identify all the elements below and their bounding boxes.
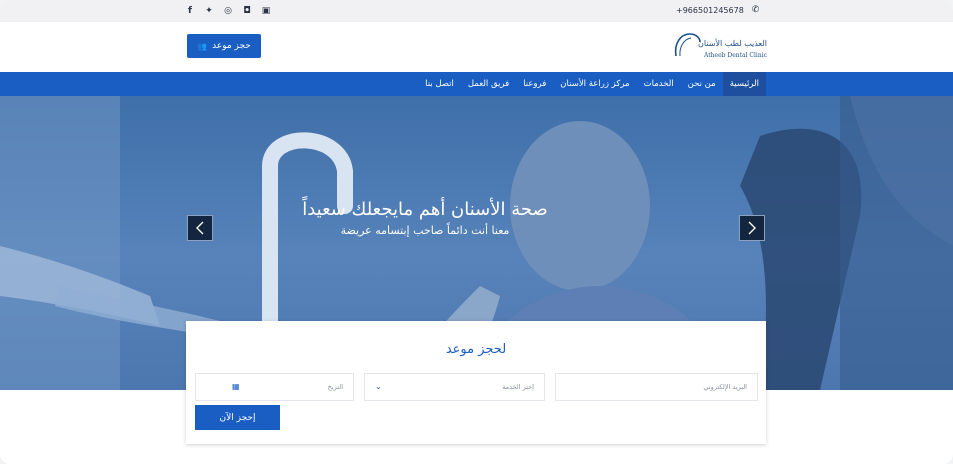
clinic-logo[interactable]: العذيب لطب الأسنان Atheeb Dental Clinic: [672, 28, 767, 66]
nav-item-team[interactable]: فريق العمل: [461, 72, 516, 96]
social-links: f ✦ ◎ ◘ ▣: [185, 5, 271, 16]
booking-title: لحجز موعد: [445, 342, 507, 357]
booking-form: لحجز موعد البريد الإلكتروني إختر الخدمة …: [186, 321, 766, 444]
slider-prev-button[interactable]: [187, 215, 213, 241]
nav-item-about[interactable]: من نحن: [681, 72, 723, 96]
email-placeholder: البريد الإلكتروني: [703, 383, 747, 391]
snapchat-icon[interactable]: ◘: [242, 5, 252, 16]
service-select[interactable]: إختر الخدمة ⌄: [364, 373, 545, 401]
book-appointment-button[interactable]: حجز موعد 👥: [187, 34, 261, 58]
instagram-icon[interactable]: ◎: [223, 5, 233, 16]
book-now-button[interactable]: إحجز الآن: [195, 405, 280, 430]
phone-icon: ✆: [751, 5, 760, 15]
main-nav: الرئيسية من نحن الخدمات مركز زراعة الأسن…: [0, 72, 953, 96]
phone-number[interactable]: +966501245678: [676, 6, 744, 15]
service-placeholder: إختر الخدمة: [502, 383, 534, 391]
facebook-icon[interactable]: f: [185, 5, 195, 16]
youtube-icon[interactable]: ▣: [261, 5, 271, 16]
browser-page: f ✦ ◎ ◘ ▣ +966501245678 ✆ حجز موعد 👥 الع…: [0, 0, 953, 464]
twitter-icon[interactable]: ✦: [204, 5, 214, 16]
hero-subtitle: معنا أنت دائماً صاحب إبتسامه عريضة: [340, 224, 510, 237]
email-field[interactable]: البريد الإلكتروني: [555, 373, 758, 401]
book-button-label: حجز موعد: [212, 41, 251, 51]
logo-arabic-text: العذيب لطب الأسنان: [698, 39, 767, 48]
group-icon: 👥: [197, 41, 208, 51]
phone-contact[interactable]: +966501245678 ✆: [676, 5, 759, 15]
site-header: حجز موعد 👥 العذيب لطب الأسنان Atheeb Den…: [0, 22, 953, 72]
date-placeholder: التريخ: [327, 383, 343, 391]
nav-item-home[interactable]: الرئيسية: [722, 72, 766, 96]
nav-item-contact[interactable]: اتصل بنا: [418, 72, 461, 96]
logo-english-text: Atheeb Dental Clinic: [704, 52, 767, 59]
top-bar: f ✦ ◎ ◘ ▣ +966501245678 ✆: [0, 0, 953, 22]
nav-item-services[interactable]: الخدمات: [637, 72, 681, 96]
nav-item-implant-center[interactable]: مركز زراعة الأسنان: [553, 72, 636, 96]
hero-title: صحة الأسنان أهم مايجعلك سعيداً: [302, 199, 548, 220]
chevron-right-icon: [748, 221, 756, 235]
chevron-down-icon: ⌄: [375, 382, 382, 391]
calendar-icon: ▦: [232, 382, 240, 391]
chevron-left-icon: [196, 221, 204, 235]
date-field[interactable]: التريخ ▦: [195, 373, 354, 401]
slider-next-button[interactable]: [739, 215, 765, 241]
nav-item-branches[interactable]: فروعنا: [516, 72, 553, 96]
